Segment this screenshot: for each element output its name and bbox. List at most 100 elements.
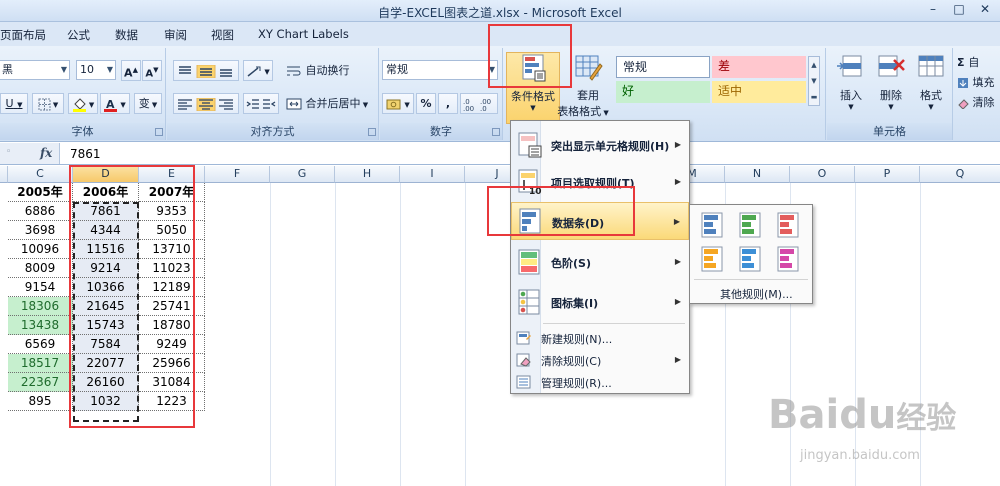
menu-item-clear-rules[interactable]: 清除规则(C) ▶	[511, 349, 689, 371]
table-row-cell-c[interactable]: 13438	[8, 316, 73, 335]
tab-xy-chart-labels[interactable]: XY Chart Labels	[258, 27, 349, 41]
styles-gallery-scroll[interactable]: ▲ ▼ ▬	[808, 56, 820, 106]
number-dialog-launcher[interactable]	[492, 128, 500, 136]
grow-font-button[interactable]: A▲	[121, 60, 141, 81]
column-header-prev[interactable]	[0, 166, 8, 183]
column-header-q[interactable]: Q	[920, 166, 1000, 183]
submenu-arrow: ▶	[674, 140, 681, 149]
column-header-i[interactable]: I	[400, 166, 465, 183]
column-header-h[interactable]: H	[335, 166, 400, 183]
menu-item-more-rules[interactable]: 其他规则(M)...	[690, 283, 812, 303]
shrink-font-button[interactable]: A▼	[142, 60, 162, 81]
font-group-label: 字体	[0, 123, 165, 140]
menu-label: 突出显示单元格规则(H)	[551, 140, 670, 153]
table-row-cell-c[interactable]: 6569	[8, 335, 73, 354]
menu-label: 清除规则(C)	[541, 355, 602, 368]
format-button[interactable]: 格式 ▼	[911, 52, 951, 111]
name-box-arrow[interactable]: ◦	[6, 147, 11, 157]
column-header-c[interactable]: C	[8, 166, 73, 183]
tab-review[interactable]: 审阅	[164, 27, 187, 43]
table-format-icon	[575, 55, 603, 81]
sigma-label: Σ	[957, 56, 965, 69]
underline-label: U	[5, 97, 14, 110]
column-header-n[interactable]: N	[725, 166, 790, 183]
table-row-cell-c[interactable]: 9154	[8, 278, 73, 297]
font-size-combo[interactable]: 10 ▼	[76, 60, 116, 80]
column-header-f[interactable]: F	[205, 166, 270, 183]
menu-item-new-rule[interactable]: 新建规则(N)...	[511, 327, 689, 349]
style-normal[interactable]: 常规	[616, 56, 710, 78]
minimize-button[interactable]: –	[920, 0, 946, 19]
number-format-value: 常规	[386, 63, 408, 76]
wrap-text-button[interactable]: 自动换行	[285, 60, 375, 81]
data-bar-swatch[interactable]	[736, 245, 764, 273]
currency-button[interactable]: ▼	[382, 93, 414, 114]
style-good[interactable]: 好	[616, 81, 710, 103]
alignment-dialog-launcher[interactable]	[368, 128, 376, 136]
header-cell-2005[interactable]: 2005年	[8, 183, 73, 202]
submenu-arrow: ▶	[673, 217, 680, 226]
column-header-p[interactable]: P	[855, 166, 920, 183]
table-row-cell-c[interactable]: 895	[8, 392, 73, 411]
annotation-box-cond-format	[488, 24, 572, 88]
delete-button[interactable]: 删除 ▼	[871, 52, 911, 111]
submenu-arrow: ▶	[674, 257, 681, 266]
autosum-button[interactable]: Σ 自	[956, 52, 1000, 73]
data-bar-swatch[interactable]	[698, 245, 726, 273]
alignment-group: ▼ 自动换行 合并后居中 ▼ 对齐方式	[167, 48, 379, 140]
tab-page-layout[interactable]: 页面布局	[0, 27, 46, 43]
insert-button[interactable]: 插入 ▼	[831, 52, 871, 111]
menu-item-highlight-rules[interactable]: 突出显示单元格规则(H) ▶	[511, 127, 689, 163]
vertical-align-buttons[interactable]	[173, 60, 239, 81]
fill-button[interactable]: 填充	[956, 72, 1000, 93]
formula-input[interactable]: 7861	[70, 147, 101, 161]
menu-item-color-scales[interactable]: 色阶(S) ▶	[511, 244, 689, 280]
watermark-brand-cn: 经验	[896, 401, 957, 436]
menu-item-manage-rules[interactable]: 管理规则(R)...	[511, 371, 689, 393]
percent-label: %	[420, 97, 432, 110]
tab-data[interactable]: 数据	[115, 27, 138, 43]
column-header-g[interactable]: G	[270, 166, 335, 183]
fill-down-icon	[958, 78, 968, 88]
gridline	[270, 183, 271, 486]
data-bar-swatch[interactable]	[774, 211, 802, 239]
table-row-cell-c[interactable]: 3698	[8, 221, 73, 240]
menu-label: 其他规则(M)...	[720, 288, 793, 301]
comma-button[interactable]: ,	[438, 93, 458, 114]
font-name-combo[interactable]: 黑 ▼	[0, 60, 70, 80]
number-format-combo[interactable]: 常规 ▼	[382, 60, 498, 80]
maximize-button[interactable]: □	[946, 0, 972, 19]
indent-buttons[interactable]	[243, 93, 279, 114]
style-bad[interactable]: 差	[712, 56, 806, 78]
decimal-buttons[interactable]: .0.00.00.0	[460, 93, 498, 114]
table-row-cell-c[interactable]: 18306	[8, 297, 73, 316]
data-bar-swatch[interactable]	[774, 245, 802, 273]
style-neutral[interactable]: 适中	[712, 81, 806, 103]
column-header-o[interactable]: O	[790, 166, 855, 183]
table-row-cell-c[interactable]: 8009	[8, 259, 73, 278]
data-bar-swatch[interactable]	[736, 211, 764, 239]
menu-item-icon-sets[interactable]: 图标集(I) ▶	[511, 284, 689, 320]
percent-button[interactable]: %	[416, 93, 436, 114]
table-row-cell-c[interactable]: 18517	[8, 354, 73, 373]
fx-button[interactable]: fx	[40, 146, 52, 160]
data-bar-swatch[interactable]	[698, 211, 726, 239]
horizontal-align-buttons[interactable]	[173, 93, 239, 114]
phonetic-button[interactable]: 变 ▼	[134, 93, 162, 114]
orientation-button[interactable]: ▼	[243, 60, 273, 81]
close-button[interactable]: ✕	[972, 0, 998, 19]
table-row-cell-c[interactable]: 22367	[8, 373, 73, 392]
table-row-cell-c[interactable]: 6886	[8, 202, 73, 221]
submenu-arrow: ▶	[674, 177, 681, 186]
merge-center-button[interactable]: 合并后居中 ▼	[285, 93, 377, 114]
underline-button[interactable]: U ▼	[0, 93, 28, 114]
table-row-cell-c[interactable]: 10096	[8, 240, 73, 259]
eraser-icon	[958, 99, 969, 109]
fill-color-button[interactable]: ▼	[68, 93, 98, 114]
border-button[interactable]: ▼	[32, 93, 64, 114]
tab-view[interactable]: 视图	[211, 27, 234, 43]
tab-formulas[interactable]: 公式	[67, 27, 90, 43]
font-dialog-launcher[interactable]	[155, 128, 163, 136]
clear-button[interactable]: 清除	[956, 92, 1000, 113]
font-color-button[interactable]: A ▼	[100, 93, 130, 114]
